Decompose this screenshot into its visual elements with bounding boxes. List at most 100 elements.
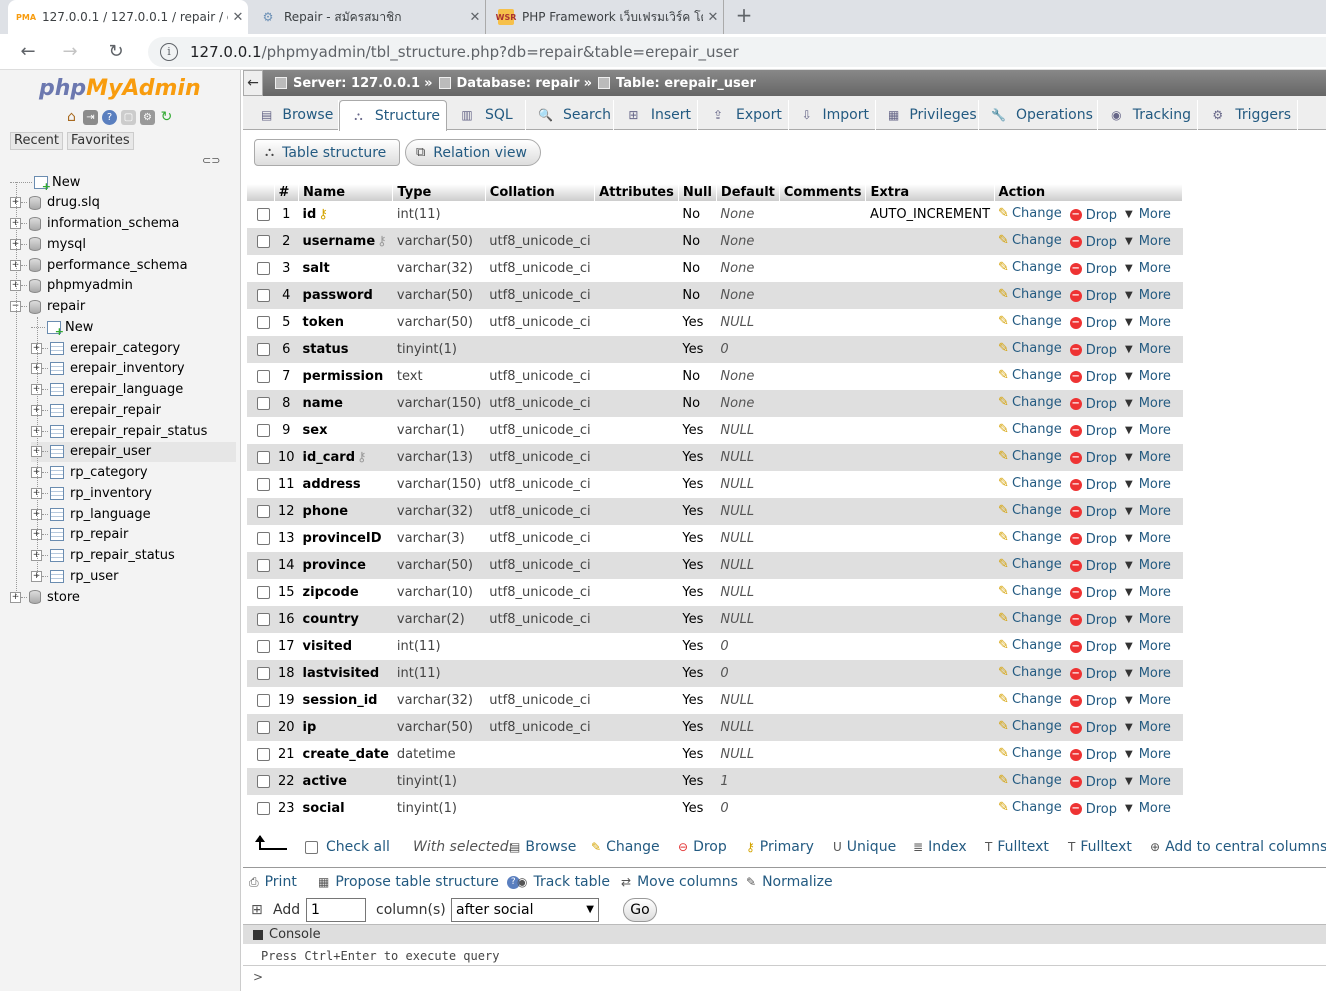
breadcrumb-server[interactable]: Server: 127.0.0.1 [293,76,420,91]
more-button[interactable]: ▼ More [1125,369,1171,384]
change-button[interactable]: ✎ Change [998,341,1062,356]
more-button[interactable]: ▼ More [1125,774,1171,789]
drop-button[interactable]: − Drop [1069,559,1117,574]
column-name[interactable]: name [303,396,343,411]
column-name[interactable]: social [303,801,345,816]
tab-export[interactable]: ⇪ Export [698,100,789,130]
docs-icon[interactable]: ▢ [121,110,136,125]
column-name[interactable]: id [303,207,317,222]
drop-button[interactable]: − Drop [1069,289,1117,304]
tab-structure[interactable]: ⛬ Structure [339,100,447,131]
more-button[interactable]: ▼ More [1125,558,1171,573]
move-columns-link[interactable]: ⇄ Move columns [621,874,738,890]
change-button[interactable]: ✎ Change [998,422,1062,437]
relation-view-button[interactable]: ⧉ Relation view [405,139,541,166]
tree-table-item[interactable]: + erepair_category [31,338,236,358]
column-position-select[interactable]: after social ▼ [451,898,599,922]
drop-button[interactable]: − Drop [1069,424,1117,439]
tree-table-item[interactable]: + erepair_repair_status [31,421,236,441]
change-button[interactable]: ✎ Change [998,719,1062,734]
row-checkbox[interactable] [257,451,270,464]
row-checkbox[interactable] [257,262,270,275]
console-prompt[interactable]: > [253,970,263,984]
row-checkbox[interactable] [257,235,270,248]
tree-table-item[interactable]: + rp_language [31,504,236,524]
tree-table-item[interactable]: + erepair_user [31,441,236,462]
change-button[interactable]: ✎ Change [998,746,1062,761]
tree-table-item[interactable]: + erepair_language [31,380,236,400]
column-name[interactable]: lastvisited [303,666,380,681]
row-checkbox[interactable] [257,478,270,491]
change-button[interactable]: ✎ Change [998,665,1062,680]
drop-button[interactable]: − Drop [1069,748,1117,763]
row-checkbox[interactable] [257,586,270,599]
column-header-name[interactable]: Name [298,184,394,201]
drop-button[interactable]: − Drop [1069,802,1117,817]
track-table-link[interactable]: ◉ Track table [517,874,610,890]
phpmyadmin-logo[interactable]: phpMyAdmin [39,76,201,101]
drop-button[interactable]: − Drop [1069,586,1117,601]
info-icon[interactable]: i [160,43,178,61]
column-name[interactable]: salt [303,261,330,276]
column-name[interactable]: zipcode [303,585,359,600]
tree-table-item[interactable]: + erepair_repair [31,400,236,420]
more-button[interactable]: ▼ More [1125,396,1171,411]
browser-tab-phpmyadmin[interactable]: PMA 127.0.0.1 / 127.0.0.1 / repair / ere… [8,0,248,34]
more-button[interactable]: ▼ More [1125,423,1171,438]
with-selected-change-button[interactable]: ✎ Change [591,839,660,855]
more-button[interactable]: ▼ More [1125,720,1171,735]
row-checkbox[interactable] [257,667,270,680]
browser-tab-php-framework[interactable]: WSR PHP Framework เว็บเฟรมเวิร์ค โดยกรุง… [488,0,724,34]
change-button[interactable]: ✎ Change [998,638,1062,653]
breadcrumb-database[interactable]: Database: repair [457,76,580,91]
row-checkbox[interactable] [257,613,270,626]
column-header-collation[interactable]: Collation [485,184,596,201]
tab-import[interactable]: ⇩ Import [789,100,876,130]
column-header-type[interactable]: Type [392,184,486,201]
drop-button[interactable]: − Drop [1069,532,1117,547]
more-button[interactable]: ▼ More [1125,801,1171,816]
drop-button[interactable]: − Drop [1069,343,1117,358]
change-button[interactable]: ✎ Change [998,314,1062,329]
column-name[interactable]: username [303,234,376,249]
drop-button[interactable]: − Drop [1069,505,1117,520]
column-name[interactable]: token [303,315,345,330]
url-input[interactable]: i 127.0.0.1/phpmyadmin/tbl_structure.php… [148,37,1326,67]
home-icon[interactable]: ⌂ [64,110,79,125]
more-button[interactable]: ▼ More [1125,693,1171,708]
drop-button[interactable]: − Drop [1069,775,1117,790]
tab-tracking[interactable]: ◉ Tracking [1098,100,1198,130]
row-checkbox[interactable] [257,397,270,410]
tree-table-item[interactable]: + rp_user [31,566,236,586]
more-button[interactable]: ▼ More [1125,504,1171,519]
drop-button[interactable]: − Drop [1069,667,1117,682]
tree-database-item[interactable]: + information_schema [10,214,236,234]
change-button[interactable]: ✎ Change [998,584,1062,599]
more-button[interactable]: ▼ More [1125,477,1171,492]
tab-operations[interactable]: 🔧 Operations [979,100,1098,130]
row-checkbox[interactable] [257,505,270,518]
tree-database-item[interactable]: + drug.slq [10,193,236,213]
change-button[interactable]: ✎ Change [998,260,1062,275]
column-header-attributes[interactable]: Attributes [594,184,679,201]
change-button[interactable]: ✎ Change [998,287,1062,302]
row-checkbox[interactable] [257,370,270,383]
change-button[interactable]: ✎ Change [998,476,1062,491]
more-button[interactable]: ▼ More [1125,342,1171,357]
row-checkbox[interactable] [257,748,270,761]
row-checkbox[interactable] [257,424,270,437]
drop-button[interactable]: − Drop [1069,694,1117,709]
change-button[interactable]: ✎ Change [998,557,1062,572]
drop-button[interactable]: − Drop [1069,478,1117,493]
more-button[interactable]: ▼ More [1125,585,1171,600]
column-name[interactable]: address [303,477,361,492]
go-button[interactable]: Go [623,898,657,922]
column-name[interactable]: province [303,558,366,573]
row-checkbox[interactable] [257,343,270,356]
reload-nav-icon[interactable]: ↻ [159,110,174,125]
drop-button[interactable]: − Drop [1069,721,1117,736]
with-selected-fulltext-button[interactable]: T Fulltext [1068,839,1132,855]
with-selected-browse-button[interactable]: ▤ Browse [509,839,576,855]
breadcrumb-table[interactable]: Table: erepair_user [616,76,756,91]
with-selected-drop-button[interactable]: ⊖ Drop [678,839,727,855]
